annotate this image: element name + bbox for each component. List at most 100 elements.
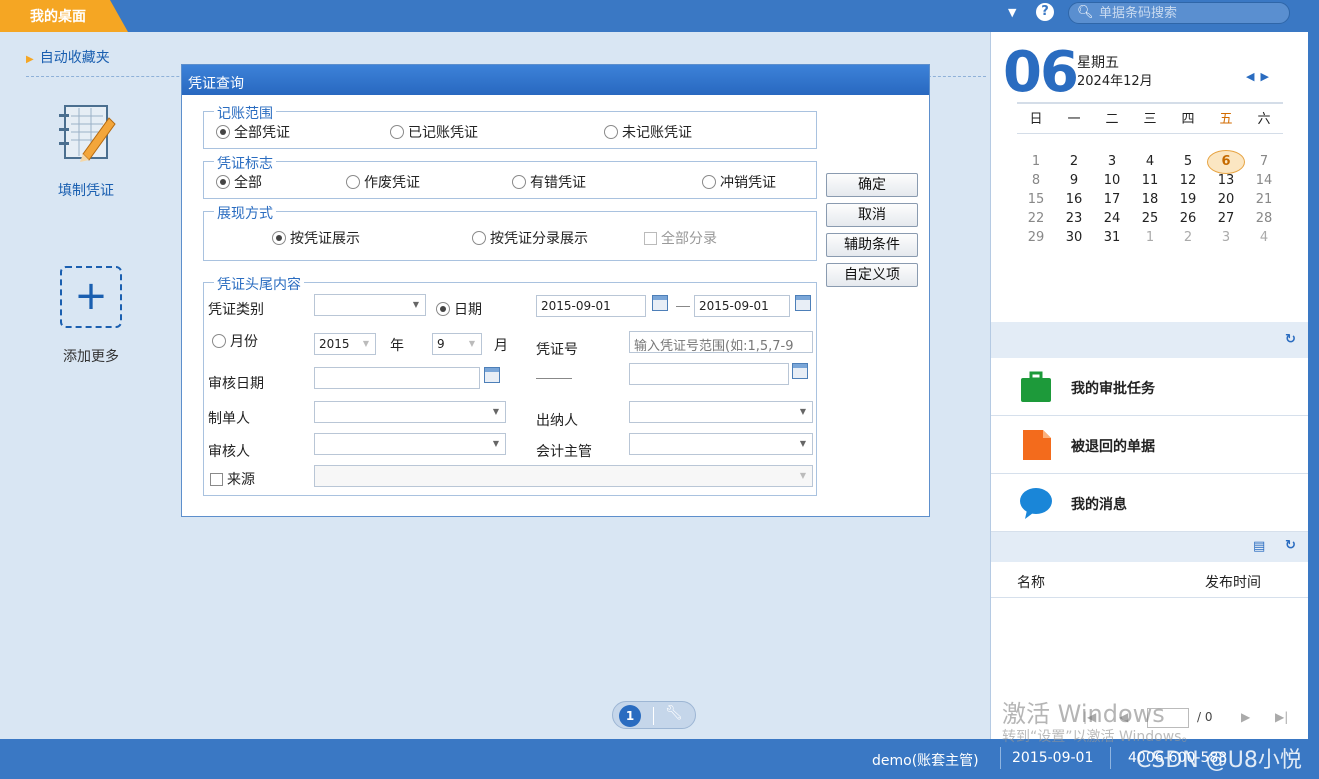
radio-flag-all[interactable]: 全部: [216, 172, 262, 192]
calendar-day-cell[interactable]: 24: [1093, 209, 1131, 228]
auditor-select[interactable]: [314, 433, 506, 455]
calendar-day-cell[interactable]: 3: [1093, 152, 1131, 171]
calendar-day-cell[interactable]: 16: [1055, 190, 1093, 209]
calendar-day-cell[interactable]: 12: [1169, 171, 1207, 190]
checkbox-all-entries[interactable]: 全部分录: [644, 228, 717, 248]
date-from-input[interactable]: 2015-09-01: [536, 295, 646, 317]
calendar-day-cell[interactable]: 27: [1207, 209, 1245, 228]
radio-flag-void[interactable]: 作废凭证: [346, 172, 420, 192]
refresh-icon[interactable]: ↻: [1285, 538, 1296, 553]
calendar-day-cell[interactable]: 22: [1017, 209, 1055, 228]
calendar-day-cell[interactable]: 15: [1017, 190, 1055, 209]
calendar-day-cell[interactable]: 9: [1055, 171, 1093, 190]
calendar-day-cell[interactable]: 23: [1055, 209, 1093, 228]
month-select[interactable]: 9: [432, 333, 482, 355]
calendar-day-cell[interactable]: 13: [1207, 171, 1245, 190]
calendar-day-cell[interactable]: 14: [1245, 171, 1283, 190]
calendar-day-cell[interactable]: 3: [1207, 228, 1245, 247]
radio-by-voucher[interactable]: 按凭证展示: [272, 228, 360, 248]
calendar-day-cell[interactable]: 18: [1131, 190, 1169, 209]
calendar-day-cell[interactable]: 31: [1093, 228, 1131, 247]
calendar-icon[interactable]: [652, 295, 668, 311]
radio-button[interactable]: [216, 125, 230, 139]
radio-flag-error[interactable]: 有错凭证: [512, 172, 586, 192]
source-select[interactable]: [314, 465, 813, 487]
ok-button[interactable]: 确定: [826, 173, 918, 197]
favorites-title[interactable]: 自动收藏夹: [26, 47, 110, 67]
calendar-nav[interactable]: ◀▶: [1246, 70, 1275, 83]
calendar-day-cell[interactable]: 20: [1207, 190, 1245, 209]
calendar-icon[interactable]: [795, 295, 811, 311]
calendar-day-cell[interactable]: 8: [1017, 171, 1055, 190]
date-to-input[interactable]: 2015-09-01: [694, 295, 790, 317]
radio-all-vouchers[interactable]: 全部凭证: [216, 122, 290, 142]
radio-button[interactable]: [216, 175, 230, 189]
help-icon[interactable]: ?: [1036, 3, 1054, 21]
tab-my-desktop[interactable]: 我的桌面: [0, 0, 128, 32]
calendar-day-cell[interactable]: 2: [1055, 152, 1093, 171]
aux-condition-button[interactable]: 辅助条件: [826, 233, 918, 257]
last-page-icon[interactable]: ▶|: [1275, 710, 1288, 724]
calendar-day-cell[interactable]: 1: [1017, 152, 1055, 171]
year-select[interactable]: 2015: [314, 333, 376, 355]
radio-button[interactable]: [512, 175, 526, 189]
radio-posted-vouchers[interactable]: 已记账凭证: [390, 122, 478, 142]
radio-button[interactable]: [436, 302, 450, 316]
radio-button[interactable]: [346, 175, 360, 189]
maker-select[interactable]: [314, 401, 506, 423]
barcode-search-input[interactable]: [1099, 4, 1279, 22]
radio-button[interactable]: [472, 231, 486, 245]
calendar-day-cell[interactable]: 2: [1169, 228, 1207, 247]
calendar-icon[interactable]: [484, 367, 500, 383]
calendar-day-cell[interactable]: 19: [1169, 190, 1207, 209]
radio-flag-reversed[interactable]: 冲销凭证: [702, 172, 776, 192]
calendar-day-cell[interactable]: 1: [1131, 228, 1169, 247]
calendar-day-cell[interactable]: 29: [1017, 228, 1055, 247]
radio-button[interactable]: [702, 175, 716, 189]
checkbox[interactable]: [644, 231, 657, 245]
barcode-search[interactable]: 🔍︎: [1068, 2, 1290, 24]
task-messages[interactable]: 我的消息: [991, 474, 1309, 532]
calendar-day-cell[interactable]: 28: [1245, 209, 1283, 228]
calendar-day-cell[interactable]: 5: [1169, 152, 1207, 171]
voucher-no-to-input[interactable]: [629, 363, 789, 385]
cashier-select[interactable]: [629, 401, 813, 423]
task-approval[interactable]: 我的审批任务: [991, 358, 1309, 416]
radio-button[interactable]: [390, 125, 404, 139]
next-page-icon[interactable]: ▶: [1241, 710, 1250, 724]
calendar-day-cell[interactable]: 30: [1055, 228, 1093, 247]
calendar-day-cell[interactable]: 17: [1093, 190, 1131, 209]
checkbox[interactable]: [210, 472, 223, 486]
radio-date[interactable]: 日期: [436, 299, 482, 319]
book-icon[interactable]: ▤: [1253, 539, 1265, 554]
page-1-button[interactable]: 1: [619, 705, 641, 727]
cancel-button[interactable]: 取消: [826, 203, 918, 227]
right-scrollbar[interactable]: [1308, 32, 1319, 739]
radio-by-entry[interactable]: 按凭证分录展示: [472, 228, 588, 248]
custom-item-button[interactable]: 自定义项: [826, 263, 918, 287]
calendar-day-cell[interactable]: 7: [1245, 152, 1283, 171]
calendar-day-cell[interactable]: 11: [1131, 171, 1169, 190]
calendar-day-cell[interactable]: 10: [1093, 171, 1131, 190]
task-returned[interactable]: 被退回的单据: [991, 416, 1309, 474]
checkbox-source[interactable]: 来源: [210, 469, 255, 489]
calendar-day-cell[interactable]: 4: [1131, 152, 1169, 171]
calendar-day-cell[interactable]: 25: [1131, 209, 1169, 228]
radio-button[interactable]: [604, 125, 618, 139]
radio-month[interactable]: 月份: [212, 331, 258, 351]
wrench-icon[interactable]: 🔧︎: [665, 705, 683, 721]
app-fill-voucher[interactable]: 填制凭证: [46, 100, 126, 200]
radio-button[interactable]: [212, 334, 226, 348]
calendar-day-cell[interactable]: 6: [1207, 150, 1245, 174]
radio-unposted-vouchers[interactable]: 未记账凭证: [604, 122, 692, 142]
radio-button[interactable]: [272, 231, 286, 245]
prev-month-icon[interactable]: ◀: [1246, 70, 1260, 83]
refresh-icon[interactable]: ↻: [1285, 332, 1296, 347]
app-add-more[interactable]: + 添加更多: [46, 266, 136, 366]
calendar-day-cell[interactable]: 4: [1245, 228, 1283, 247]
audit-date-input[interactable]: [314, 367, 480, 389]
dropdown-arrow-icon[interactable]: ▼: [1008, 6, 1016, 19]
supervisor-select[interactable]: [629, 433, 813, 455]
calendar-icon[interactable]: [792, 363, 808, 379]
calendar-day-cell[interactable]: 21: [1245, 190, 1283, 209]
